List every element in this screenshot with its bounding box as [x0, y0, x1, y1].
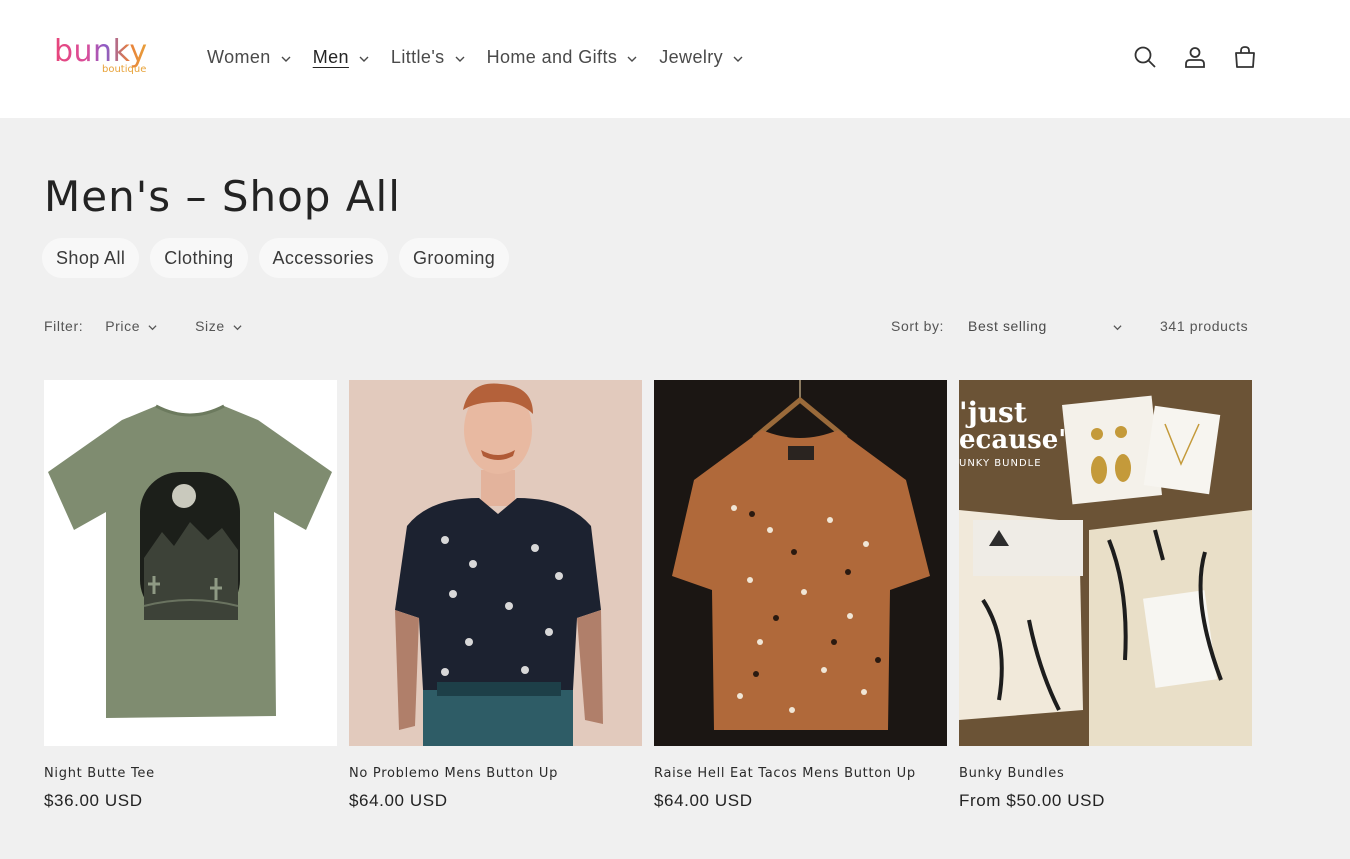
filter-price-label: Price: [105, 318, 141, 334]
bundle-text-line2: ecause': [959, 425, 1066, 455]
chevron-down-icon: [233, 324, 242, 330]
chevron-down-icon: [281, 56, 291, 62]
nav-item-label: Home and Gifts: [486, 47, 618, 67]
store-logo[interactable]: bunky boutique: [54, 34, 158, 78]
nav-item-label: Men: [312, 47, 349, 67]
sort-value: Best selling: [968, 318, 1047, 334]
product-name[interactable]: Raise Hell Eat Tacos Mens Button Up: [654, 766, 947, 781]
product-card[interactable]: Raise Hell Eat Tacos Mens Button Up $64.…: [654, 380, 947, 811]
site-header: bunky boutique Women Men Little's Home a…: [0, 0, 1350, 118]
sort-select[interactable]: Best selling: [968, 318, 1122, 334]
bundle-text-line3: UNKY BUNDLE: [959, 458, 1042, 469]
product-name[interactable]: No Problemo Mens Button Up: [349, 766, 642, 781]
hanging-shirt-image: [654, 380, 947, 746]
pill-accessories[interactable]: Accessories: [258, 238, 388, 278]
product-count: 341 products: [1160, 318, 1249, 334]
chevron-down-icon: [359, 56, 369, 62]
product-card[interactable]: Night Butte Tee $36.00 USD: [44, 380, 337, 811]
account-icon[interactable]: [1182, 44, 1208, 70]
product-card[interactable]: 'just ecause' UNKY BUNDLE Bunky Bundles …: [959, 380, 1252, 811]
filter-label: Filter:: [44, 318, 84, 334]
nav-item-jewelry[interactable]: Jewelry: [659, 44, 743, 70]
product-grid: Night Butte Tee $36.00 USD No Problemo M…: [44, 380, 1253, 811]
product-price: $36.00 USD: [44, 791, 143, 810]
product-image[interactable]: [654, 380, 947, 746]
pill-shop-all[interactable]: Shop All: [42, 238, 140, 278]
product-price: From $50.00 USD: [959, 791, 1105, 810]
product-card[interactable]: No Problemo Mens Button Up $64.00 USD: [349, 380, 642, 811]
product-name[interactable]: Bunky Bundles: [959, 766, 1252, 781]
filter-bar: Filter: Price Size: [44, 318, 280, 334]
nav-item-label: Women: [207, 47, 271, 67]
gift-bundle-image: 'just ecause' UNKY BUNDLE: [959, 380, 1252, 746]
nav-item-men[interactable]: Men: [313, 44, 369, 70]
main-nav: Women Men Little's Home and Gifts Jewelr…: [207, 44, 765, 70]
man-shirt-image: [349, 380, 642, 746]
tshirt-image: [48, 404, 332, 718]
cart-icon[interactable]: [1232, 44, 1258, 70]
product-image[interactable]: [349, 380, 642, 746]
product-image[interactable]: [44, 380, 337, 746]
nav-item-women[interactable]: Women: [207, 44, 291, 70]
nav-item-home-and-gifts[interactable]: Home and Gifts: [487, 44, 638, 70]
chevron-down-icon: [1113, 325, 1122, 331]
nav-item-label: Jewelry: [659, 47, 724, 67]
chevron-down-icon: [455, 56, 465, 62]
sort-label: Sort by:: [891, 318, 945, 334]
pill-grooming[interactable]: Grooming: [398, 238, 510, 278]
product-name[interactable]: Night Butte Tee: [44, 766, 337, 781]
collection-pills: Shop All Clothing Accessories Grooming: [42, 238, 510, 278]
chevron-down-icon: [733, 56, 743, 62]
pill-clothing[interactable]: Clothing: [150, 238, 248, 278]
nav-item-label: Little's: [390, 47, 445, 67]
chevron-down-icon: [627, 56, 637, 62]
logo-subtitle: boutique: [102, 64, 147, 75]
sort-bar: Sort by: Best selling 341 products: [891, 318, 1248, 334]
search-icon[interactable]: [1132, 44, 1158, 70]
filter-price[interactable]: Price: [105, 318, 157, 334]
nav-item-littles[interactable]: Little's: [391, 44, 465, 70]
header-icons: [1132, 44, 1258, 70]
filter-size-label: Size: [195, 318, 225, 334]
product-price: $64.00 USD: [654, 791, 753, 810]
product-price: $64.00 USD: [349, 791, 448, 810]
chevron-down-icon: [148, 324, 157, 330]
product-image[interactable]: 'just ecause' UNKY BUNDLE: [959, 380, 1252, 746]
filter-size[interactable]: Size: [195, 318, 242, 334]
page-title: Men's – Shop All: [44, 172, 401, 221]
